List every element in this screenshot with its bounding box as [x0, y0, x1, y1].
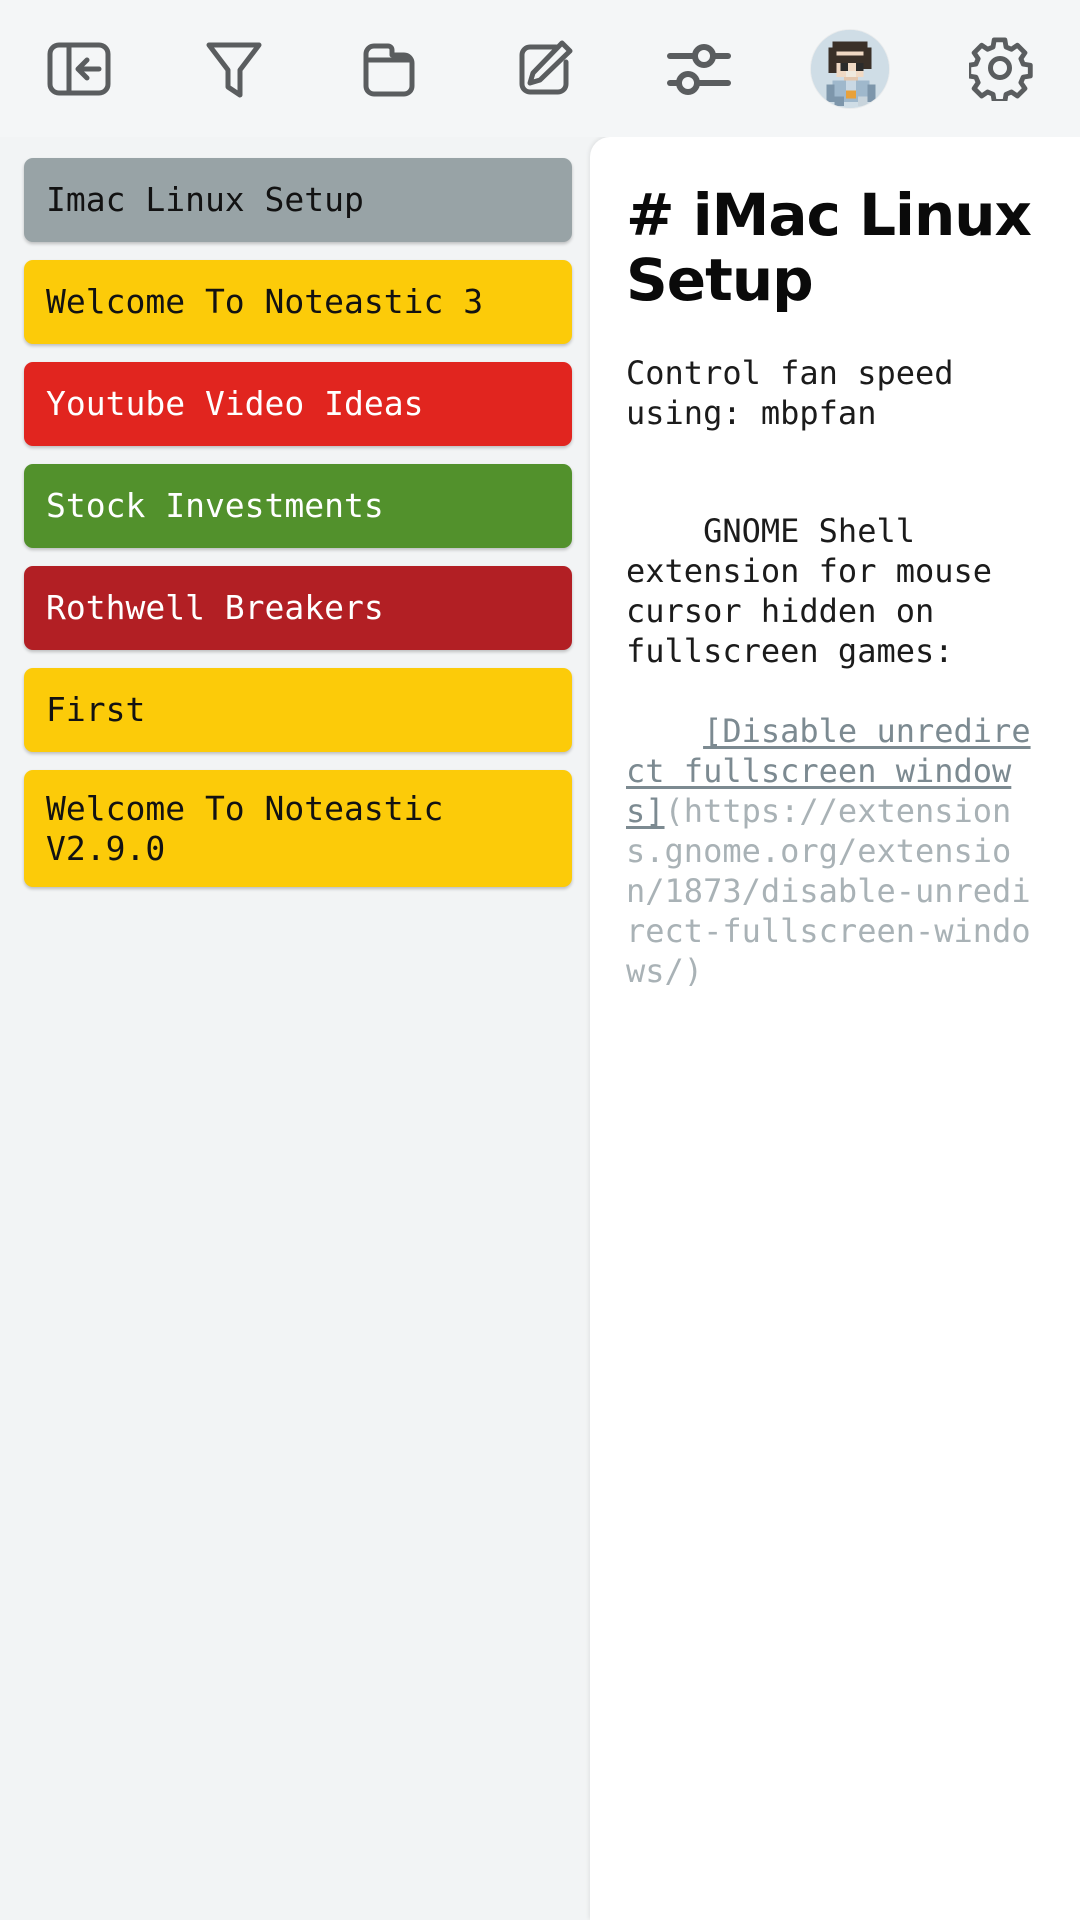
filter-button[interactable]: [191, 26, 277, 112]
note-list-item[interactable]: Imac Linux Setup: [24, 158, 572, 242]
note-list-item[interactable]: Welcome To Noteastic V2.9.0: [24, 770, 572, 888]
settings-button[interactable]: [958, 26, 1044, 112]
note-list-item[interactable]: Youtube Video Ideas: [24, 362, 572, 446]
note-list-item-title: Stock Investments: [46, 486, 384, 526]
note-list-item[interactable]: First: [24, 668, 572, 752]
avatar-pixel-art: [811, 29, 889, 108]
filter-icon: [203, 37, 265, 101]
note-list-item-title: Welcome To Noteastic V2.9.0: [46, 789, 444, 868]
markdown-link-url: (https://extensions.gnome.org/extension/…: [626, 791, 1031, 990]
note-list[interactable]: Imac Linux Setup Welcome To Noteastic 3 Yo…: [0, 137, 590, 1920]
note-list-item-title: First: [46, 690, 146, 730]
sliders-button[interactable]: [656, 26, 742, 112]
note-editor-panel[interactable]: # iMac Linux Setup Control fan speed usi…: [590, 137, 1080, 1920]
note-title-heading: # iMac Linux Setup: [626, 181, 1032, 314]
new-note-button[interactable]: [501, 26, 587, 112]
note-list-item-title: Welcome To Noteastic 3: [46, 282, 484, 322]
sliders-icon: [665, 40, 733, 98]
gear-icon: [969, 36, 1033, 101]
note-list-item-title: Youtube Video Ideas: [46, 384, 424, 424]
paragraph-text: GNOME Shell extension for mouse cursor h…: [626, 511, 1012, 670]
collapse-sidebar-button[interactable]: [36, 26, 122, 112]
new-note-icon: [513, 38, 575, 100]
folder-icon: [358, 38, 420, 100]
avatar[interactable]: [811, 29, 889, 108]
folder-button[interactable]: [346, 26, 432, 112]
note-paragraph-gnome-extension: GNOME Shell extension for mouse cursor h…: [626, 471, 1044, 1031]
note-list-item-title: Rothwell Breakers: [46, 588, 384, 628]
note-list-item[interactable]: Rothwell Breakers: [24, 566, 572, 650]
note-list-item-title: Imac Linux Setup: [46, 180, 364, 220]
note-paragraph-fan-speed: Control fan speed using: mbpfan: [626, 353, 973, 432]
note-list-item[interactable]: Welcome To Noteastic 3: [24, 260, 572, 344]
toolbar: [0, 0, 1080, 137]
collapse-sidebar-icon: [47, 42, 111, 96]
note-list-item[interactable]: Stock Investments: [24, 464, 572, 548]
